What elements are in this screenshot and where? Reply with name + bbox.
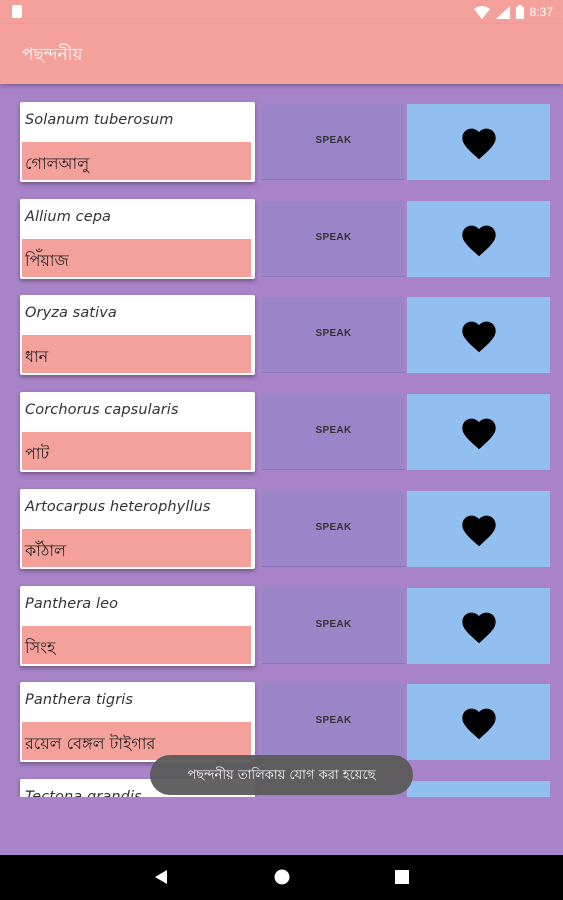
speak-button[interactable]: SPEAK: [262, 490, 405, 567]
battery-icon: [515, 5, 524, 19]
favorite-button[interactable]: [407, 490, 550, 567]
common-name: ধান: [25, 347, 49, 367]
signal-icon: [495, 5, 510, 19]
common-name-box: গোলআলু: [22, 142, 251, 180]
toast: পছন্দনীয় তালিকায় যোগ করা হয়েছে: [150, 755, 413, 795]
speak-label: SPEAK: [315, 328, 352, 340]
common-name-box: সিংহ: [22, 625, 251, 664]
home-icon[interactable]: [274, 869, 290, 885]
sim-card-icon: [12, 5, 22, 18]
heart-icon: [462, 515, 496, 547]
status-icons: 8:37: [473, 4, 553, 20]
speak-label: SPEAK: [315, 425, 352, 437]
scientific-name: Solanum tuberosum: [25, 112, 174, 128]
favorite-button[interactable]: [407, 200, 550, 277]
app-bar: পছন্দনীয়: [0, 24, 563, 84]
favorite-button[interactable]: [407, 297, 550, 374]
list-item: Artocarpus heterophyllus কাঁঠাল SPEAK: [0, 471, 563, 569]
status-time: 8:37: [529, 5, 553, 19]
name-card[interactable]: Panthera leo সিংহ: [20, 585, 255, 666]
speak-button[interactable]: SPEAK: [262, 587, 405, 664]
common-name: কাঁঠাল: [25, 540, 66, 560]
name-card[interactable]: Solanum tuberosum গোলআলু: [20, 102, 255, 182]
recents-icon[interactable]: [395, 869, 409, 885]
name-card[interactable]: Corchorus capsularis পাট: [20, 392, 255, 473]
scientific-name: Tectona grandis: [25, 788, 142, 797]
common-name-box: পিঁয়াজ: [22, 238, 251, 277]
heart-icon: [462, 612, 496, 643]
scientific-name: Allium cepa: [25, 208, 112, 225]
name-card[interactable]: Allium cepa পিঁয়াজ: [20, 198, 255, 279]
common-name-box: কাঁঠাল: [22, 528, 251, 567]
speak-label: SPEAK: [315, 521, 352, 533]
speak-button[interactable]: SPEAK: [262, 394, 405, 471]
toast-message: পছন্দনীয় তালিকায় যোগ করা হয়েছে: [187, 768, 376, 783]
list-item: Oryza sativa ধান SPEAK: [0, 277, 563, 376]
heart-icon: [462, 128, 496, 160]
list-item: Allium cepa পিঁয়াজ SPEAK: [0, 181, 563, 279]
favorite-button[interactable]: [407, 780, 550, 797]
speak-label: SPEAK: [315, 618, 352, 630]
name-card[interactable]: Panthera tigris রয়েল বেঙ্গল টাইগার: [20, 682, 255, 763]
speak-button[interactable]: SPEAK: [262, 200, 405, 277]
wifi-icon: [473, 5, 490, 19]
list-item: Panthera leo সিংহ SPEAK: [0, 568, 563, 666]
favorite-button[interactable]: [407, 394, 550, 471]
scientific-name: Corchorus capsularis: [25, 402, 179, 419]
heart-icon: [462, 322, 496, 353]
favorites-list[interactable]: Solanum tuberosum গোলআলু SPEAK Allium cepa প…: [0, 84, 563, 797]
heart-icon: [462, 708, 496, 740]
speak-label: SPEAK: [315, 715, 352, 727]
scientific-name: Artocarpus heterophyllus: [25, 498, 211, 515]
speak-label: SPEAK: [315, 231, 352, 243]
page-title: পছন্দনীয়: [22, 45, 83, 65]
common-name: সিংহ: [25, 637, 56, 657]
speak-label: SPEAK: [315, 135, 352, 146]
favorite-button[interactable]: [407, 587, 550, 664]
speak-button[interactable]: SPEAK: [262, 684, 405, 761]
back-icon[interactable]: [154, 869, 168, 885]
list-item: Corchorus capsularis পাট SPEAK: [0, 374, 563, 473]
navigation-bar: [0, 855, 563, 900]
common-name-box: ধান: [22, 335, 251, 374]
favorite-button[interactable]: [407, 684, 550, 761]
common-name-box: পাট: [22, 432, 251, 471]
scientific-name: Panthera leo: [25, 595, 119, 612]
list-item: Panthera tigris রয়েল বেঙ্গল টাইগার SPEAK: [0, 664, 563, 763]
common-name: পিঁয়াজ: [25, 250, 69, 270]
name-card[interactable]: Artocarpus heterophyllus কাঁঠাল: [20, 488, 255, 569]
heart-icon: [462, 418, 496, 450]
list-item: Solanum tuberosum গোলআলু SPEAK: [0, 84, 563, 182]
speak-button[interactable]: SPEAK: [262, 297, 405, 374]
favorite-button[interactable]: [407, 104, 550, 180]
name-card[interactable]: Oryza sativa ধান: [20, 295, 255, 376]
common-name: রয়েল বেঙ্গল টাইগার: [25, 734, 156, 754]
heart-icon: [462, 225, 496, 256]
speak-button[interactable]: SPEAK: [262, 104, 405, 180]
status-bar: 8:37: [0, 0, 563, 24]
common-name: গোলআলু: [25, 154, 90, 173]
scientific-name: Panthera tigris: [25, 692, 134, 709]
common-name: পাট: [25, 444, 50, 464]
scientific-name: Oryza sativa: [25, 305, 117, 322]
